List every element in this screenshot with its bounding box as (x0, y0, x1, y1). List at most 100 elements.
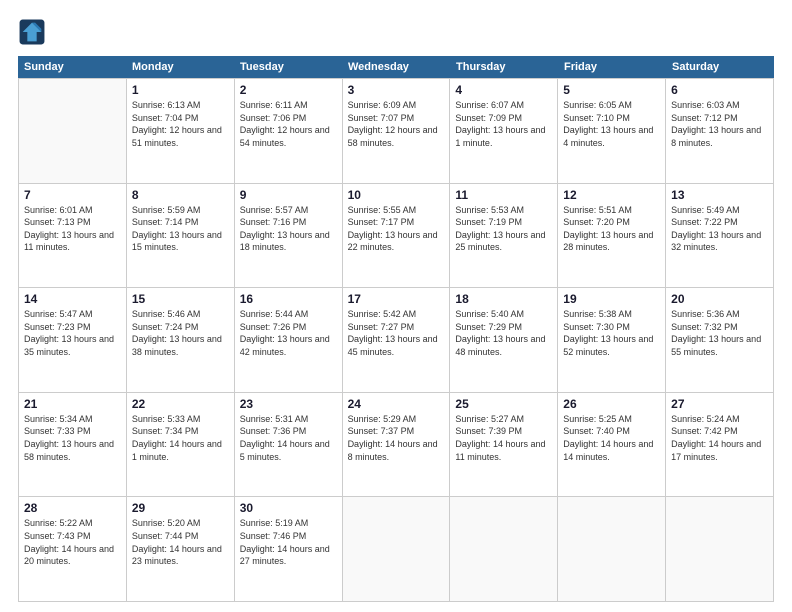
cell-info: Sunrise: 6:03 AMSunset: 7:12 PMDaylight:… (671, 99, 768, 149)
cell-sunset: Sunset: 7:17 PM (348, 216, 445, 229)
cell-day-number: 6 (671, 83, 768, 97)
header-day-tuesday: Tuesday (234, 56, 342, 78)
cell-sunset: Sunset: 7:32 PM (671, 321, 768, 334)
cell-daylight: Daylight: 13 hours and 1 minute. (455, 124, 552, 149)
calendar-cell-4: 4Sunrise: 6:07 AMSunset: 7:09 PMDaylight… (450, 79, 558, 184)
cell-daylight: Daylight: 14 hours and 14 minutes. (563, 438, 660, 463)
header-day-friday: Friday (558, 56, 666, 78)
cell-day-number: 27 (671, 397, 768, 411)
cell-sunset: Sunset: 7:30 PM (563, 321, 660, 334)
cell-sunset: Sunset: 7:13 PM (24, 216, 121, 229)
cell-sunrise: Sunrise: 5:36 AM (671, 308, 768, 321)
cell-daylight: Daylight: 14 hours and 23 minutes. (132, 543, 229, 568)
cell-sunset: Sunset: 7:40 PM (563, 425, 660, 438)
cell-day-number: 16 (240, 292, 337, 306)
calendar-cell-22: 22Sunrise: 5:33 AMSunset: 7:34 PMDayligh… (127, 393, 235, 498)
calendar-row-5: 28 Sunrise: 5:22 AMSunset: 7:43 PMDayligh… (19, 497, 774, 602)
cell-sunrise: Sunrise: 5:46 AM (132, 308, 229, 321)
cell-sunset: Sunset: 7:46 PM (240, 530, 337, 543)
calendar-cell-11: 11Sunrise: 5:53 AMSunset: 7:19 PMDayligh… (450, 184, 558, 289)
calendar-cell-7: 7Sunrise: 6:01 AMSunset: 7:13 PMDaylight… (19, 184, 127, 289)
cell-day-number: 11 (455, 188, 552, 202)
cell-daylight: Daylight: 13 hours and 11 minutes. (24, 229, 121, 254)
cell-sunset: Sunset: 7:07 PM (348, 112, 445, 125)
cell-sunrise: Sunrise: 5:34 AM (24, 413, 121, 426)
header-day-thursday: Thursday (450, 56, 558, 78)
header-day-monday: Monday (126, 56, 234, 78)
cell-sunrise: Sunrise: 5:29 AM (348, 413, 445, 426)
empty-cell (19, 79, 127, 184)
cell-sunset: Sunset: 7:23 PM (24, 321, 121, 334)
cell-sunrise: Sunrise: 5:38 AM (563, 308, 660, 321)
cell-sunset: Sunset: 7:22 PM (671, 216, 768, 229)
logo-icon (18, 18, 46, 46)
calendar-cell-19: 19Sunrise: 5:38 AMSunset: 7:30 PMDayligh… (558, 288, 666, 393)
cell-sunrise: Sunrise: 5:20 AM (132, 517, 229, 530)
empty-cell (343, 497, 451, 602)
calendar-cell-26: 26Sunrise: 5:25 AMSunset: 7:40 PMDayligh… (558, 393, 666, 498)
cell-sunrise: Sunrise: 5:47 AM (24, 308, 121, 321)
cell-sunset: Sunset: 7:12 PM (671, 112, 768, 125)
cell-daylight: Daylight: 14 hours and 27 minutes. (240, 543, 337, 568)
cell-info: Sunrise: 5:22 AMSunset: 7:43 PMDaylight:… (24, 517, 121, 567)
cell-sunrise: Sunrise: 6:07 AM (455, 99, 552, 112)
empty-cell (666, 497, 774, 602)
cell-day-number: 17 (348, 292, 445, 306)
cell-sunset: Sunset: 7:43 PM (24, 530, 121, 543)
cell-day-number: 21 (24, 397, 121, 411)
calendar-row-3: 14Sunrise: 5:47 AMSunset: 7:23 PMDayligh… (19, 288, 774, 393)
calendar-cell-13: 13Sunrise: 5:49 AMSunset: 7:22 PMDayligh… (666, 184, 774, 289)
cell-info: Sunrise: 5:46 AMSunset: 7:24 PMDaylight:… (132, 308, 229, 358)
cell-daylight: Daylight: 14 hours and 11 minutes. (455, 438, 552, 463)
cell-info: Sunrise: 6:05 AMSunset: 7:10 PMDaylight:… (563, 99, 660, 149)
cell-daylight: Daylight: 13 hours and 42 minutes. (240, 333, 337, 358)
cell-daylight: Daylight: 14 hours and 1 minute. (132, 438, 229, 463)
cell-day-number: 18 (455, 292, 552, 306)
cell-sunset: Sunset: 7:20 PM (563, 216, 660, 229)
header-day-saturday: Saturday (666, 56, 774, 78)
cell-sunrise: Sunrise: 5:49 AM (671, 204, 768, 217)
cell-day-number: 1 (132, 83, 229, 97)
cell-sunset: Sunset: 7:42 PM (671, 425, 768, 438)
cell-info: Sunrise: 6:13 AMSunset: 7:04 PMDaylight:… (132, 99, 229, 149)
empty-cell (450, 497, 558, 602)
cell-info: Sunrise: 6:09 AMSunset: 7:07 PMDaylight:… (348, 99, 445, 149)
cell-daylight: Daylight: 13 hours and 35 minutes. (24, 333, 121, 358)
cell-sunset: Sunset: 7:10 PM (563, 112, 660, 125)
cell-daylight: Daylight: 12 hours and 58 minutes. (348, 124, 445, 149)
cell-day-number: 8 (132, 188, 229, 202)
cell-daylight: Daylight: 13 hours and 32 minutes. (671, 229, 768, 254)
cell-info: Sunrise: 5:19 AMSunset: 7:46 PMDaylight:… (240, 517, 337, 567)
header-day-sunday: Sunday (18, 56, 126, 78)
calendar-cell-1: 1 Sunrise: 6:13 AMSunset: 7:04 PMDaylight… (127, 79, 235, 184)
cell-day-number: 25 (455, 397, 552, 411)
cell-day-number: 28 (24, 501, 121, 515)
calendar: SundayMondayTuesdayWednesdayThursdayFrid… (18, 56, 774, 602)
cell-info: Sunrise: 5:51 AMSunset: 7:20 PMDaylight:… (563, 204, 660, 254)
cell-daylight: Daylight: 13 hours and 38 minutes. (132, 333, 229, 358)
calendar-row-4: 21Sunrise: 5:34 AMSunset: 7:33 PMDayligh… (19, 393, 774, 498)
cell-daylight: Daylight: 13 hours and 58 minutes. (24, 438, 121, 463)
cell-info: Sunrise: 5:40 AMSunset: 7:29 PMDaylight:… (455, 308, 552, 358)
cell-sunrise: Sunrise: 5:44 AM (240, 308, 337, 321)
cell-info: Sunrise: 5:31 AMSunset: 7:36 PMDaylight:… (240, 413, 337, 463)
cell-sunset: Sunset: 7:29 PM (455, 321, 552, 334)
cell-info: Sunrise: 5:34 AMSunset: 7:33 PMDaylight:… (24, 413, 121, 463)
cell-sunset: Sunset: 7:27 PM (348, 321, 445, 334)
cell-info: Sunrise: 6:11 AMSunset: 7:06 PMDaylight:… (240, 99, 337, 149)
cell-day-number: 14 (24, 292, 121, 306)
calendar-body: 1 Sunrise: 6:13 AMSunset: 7:04 PMDaylight… (18, 78, 774, 602)
cell-sunset: Sunset: 7:44 PM (132, 530, 229, 543)
cell-sunset: Sunset: 7:33 PM (24, 425, 121, 438)
calendar-cell-12: 12 Sunrise: 5:51 AMSunset: 7:20 PMDayligh… (558, 184, 666, 289)
calendar-cell-24: 24Sunrise: 5:29 AMSunset: 7:37 PMDayligh… (343, 393, 451, 498)
cell-day-number: 23 (240, 397, 337, 411)
cell-day-number: 9 (240, 188, 337, 202)
cell-day-number: 12 (563, 188, 660, 202)
cell-sunrise: Sunrise: 5:53 AM (455, 204, 552, 217)
cell-info: Sunrise: 5:59 AMSunset: 7:14 PMDaylight:… (132, 204, 229, 254)
cell-sunset: Sunset: 7:24 PM (132, 321, 229, 334)
cell-sunrise: Sunrise: 5:42 AM (348, 308, 445, 321)
cell-daylight: Daylight: 13 hours and 18 minutes. (240, 229, 337, 254)
calendar-cell-2: 2Sunrise: 6:11 AMSunset: 7:06 PMDaylight… (235, 79, 343, 184)
